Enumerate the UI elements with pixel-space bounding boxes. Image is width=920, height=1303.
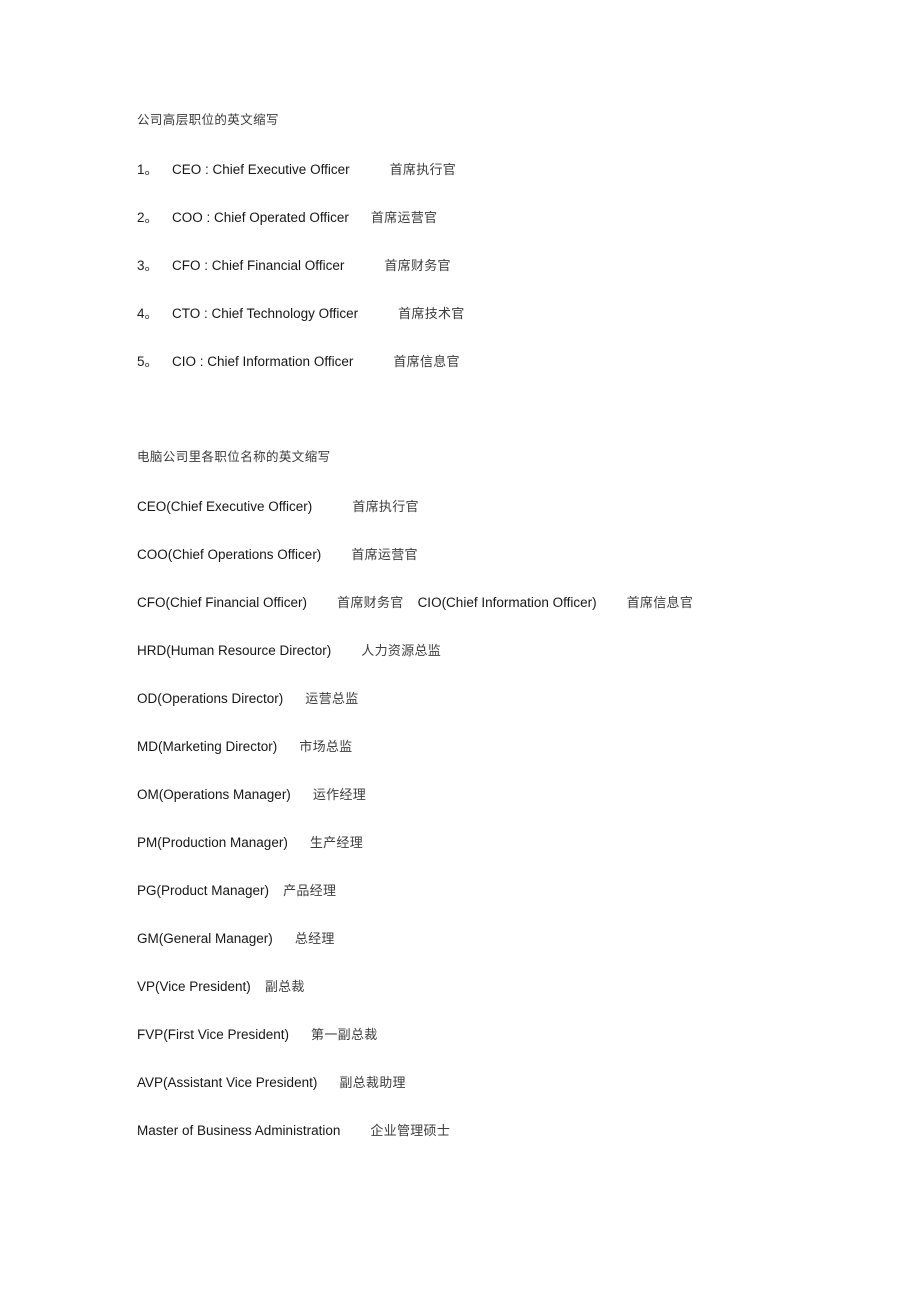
item-title-zh: 副总裁 [264,979,305,994]
list-item: GM(General Manager) 总经理 [137,930,880,948]
item-title-zh: 副总裁助理 [339,1075,406,1090]
item-title-en: PG(Product Manager) [137,883,270,898]
item-title-zh: 运作经理 [312,787,367,802]
section-2-list: CEO(Chief Executive Officer) 首席执行官 COO(Ch… [137,498,880,1140]
item-title-zh: 首席财务官 [337,595,404,610]
item-title-zh: 人力资源总监 [361,643,442,658]
item-number: 1。 [137,162,159,177]
item-title-en: CTO : Chief Technology Officer [172,306,359,321]
item-number: 2。 [137,210,159,225]
document-body: 公司高层职位的英文缩写 1。 CEO : Chief Executive Offi… [137,112,880,1140]
item-title-en: AVP(Assistant Vice President) [137,1075,318,1090]
item-title-zh: 首席运营官 [351,547,418,562]
item-title-zh: 总经理 [294,931,335,946]
item-title-zh: 运营总监 [305,691,359,706]
list-item: PM(Production Manager) 生产经理 [137,834,880,852]
item-title-en: OM(Operations Manager) [137,787,291,802]
list-item: VP(Vice President) 副总裁 [137,978,880,996]
list-item: MD(Marketing Director) 市场总监 [137,738,880,756]
list-item: OM(Operations Manager) 运作经理 [137,786,880,804]
item-number: 4。 [137,306,159,321]
item-title-zh: 首席财务官 [384,258,451,273]
section-1-list: 1。 CEO : Chief Executive Officer 首席执行官 2。 C… [137,161,880,371]
item-title-zh: 市场总监 [299,739,353,754]
item-title-en: OD(Operations Director) [137,691,284,706]
document-page: 公司高层职位的英文缩写 1。 CEO : Chief Executive Offi… [0,0,920,1303]
item-title-en: CIO : Chief Information Officer [172,354,354,369]
item-title-en-secondary: CIO(Chief Information Officer) [417,595,597,610]
list-item: CFO(Chief Financial Officer) 首席财务官 CIO(Chi… [137,594,880,612]
item-title-en: HRD(Human Resource Director) [137,643,332,658]
item-number: 5。 [137,354,159,369]
item-title-en: Master of Business Administration [137,1123,341,1138]
item-title-zh: 产品经理 [283,883,337,898]
item-title-en: PM(Production Manager) [137,835,288,850]
item-title-en: COO : Chief Operated Officer [172,210,349,225]
item-title-en: CFO : Chief Financial Officer [172,258,345,273]
section-2-heading: 电脑公司里各职位名称的英文缩写 [137,450,331,464]
list-item: OD(Operations Director) 运营总监 [137,690,880,708]
item-title-zh: 企业管理硕士 [370,1123,451,1138]
item-title-zh: 生产经理 [309,835,364,850]
list-item: HRD(Human Resource Director) 人力资源总监 [137,642,880,660]
item-title-en: CEO : Chief Executive Officer [172,162,350,177]
list-item: PG(Product Manager) 产品经理 [137,882,880,900]
list-item: COO(Chief Operations Officer) 首席运营官 [137,546,880,564]
item-title-zh: 首席执行官 [389,162,457,177]
item-title-en: CFO(Chief Financial Officer) [137,595,308,610]
item-title-zh: 第一副总裁 [311,1027,378,1042]
item-title-zh-secondary: 首席信息官 [626,595,694,610]
item-number: 3。 [137,258,159,273]
list-item: 2。 COO : Chief Operated Officer 首席运营官 [137,209,880,227]
item-title-zh: 首席技术官 [398,306,465,321]
list-item: CEO(Chief Executive Officer) 首席执行官 [137,498,880,516]
list-item: AVP(Assistant Vice President) 副总裁助理 [137,1074,880,1092]
item-title-en: CEO(Chief Executive Officer) [137,499,313,514]
list-item: 4。 CTO : Chief Technology Officer 首席技术官 [137,305,880,323]
item-title-en: MD(Marketing Director) [137,739,278,754]
section-1-heading: 公司高层职位的英文缩写 [137,113,279,127]
item-title-en: FVP(First Vice President) [137,1027,290,1042]
list-item: 3。 CFO : Chief Financial Officer 首席财务官 [137,257,880,275]
item-title-zh: 首席信息官 [393,354,460,369]
list-item: FVP(First Vice President) 第一副总裁 [137,1026,880,1044]
item-title-en: COO(Chief Operations Officer) [137,547,322,562]
item-title-en: GM(General Manager) [137,931,273,946]
list-item: 5。 CIO : Chief Information Officer 首席信息官 [137,353,880,371]
list-item: Master of Business Administration 企业管理硕士 [137,1122,880,1140]
item-title-zh: 首席执行官 [352,499,419,514]
item-title-zh: 首席运营官 [370,210,438,225]
item-title-en: VP(Vice President) [137,979,251,994]
list-item: 1。 CEO : Chief Executive Officer 首席执行官 [137,161,880,179]
